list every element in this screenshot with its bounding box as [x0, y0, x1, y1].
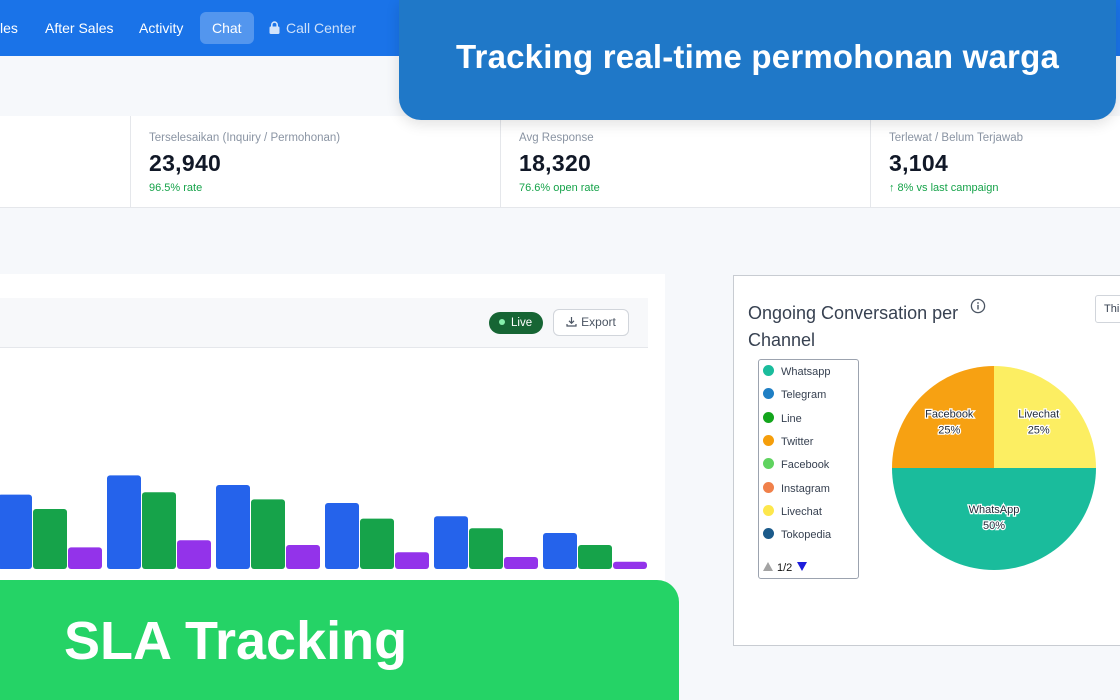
bar-0-1[interactable]	[107, 475, 141, 569]
legend-label: Telegram	[781, 389, 827, 402]
stat-label: Terlewat / Belum Terjawab	[889, 132, 1024, 144]
bottom-banner: SLA Tracking	[0, 580, 679, 700]
pager-up-icon[interactable]	[763, 562, 773, 571]
stat-sub: 96.5% rate	[149, 182, 203, 194]
stat-value: 23,940	[149, 150, 222, 176]
activity-chart-panel: Live Export	[0, 274, 665, 594]
bar-2-0[interactable]	[68, 547, 102, 569]
bar-2-4[interactable]	[504, 557, 538, 569]
bar-1-5[interactable]	[578, 545, 612, 569]
bar-2-1[interactable]	[177, 540, 211, 569]
pie-percent-label: 25%	[1028, 424, 1050, 436]
nav-item-chat[interactable]: Chat	[200, 12, 254, 44]
stat-sub: 76.6% open rate	[519, 182, 600, 194]
pager-label: 1/2	[777, 562, 793, 574]
pie-percent-label: 25%	[938, 424, 960, 436]
legend-label: Facebook	[781, 459, 830, 472]
stat-label: Terselesaikan (Inquiry / Permohonan)	[149, 132, 341, 144]
stat-value: 18,320	[519, 150, 592, 176]
bar-1-1[interactable]	[142, 492, 176, 569]
bottom-banner-text: SLA Tracking	[64, 611, 408, 671]
legend-item[interactable]: Tokopedia	[763, 526, 831, 544]
bar-0-0[interactable]	[0, 494, 32, 569]
legend-dot-icon	[763, 411, 774, 423]
legend-label: Whatsapp	[781, 366, 831, 378]
channel-legend: Whatsapp Telegram Line Twitter Facebook Insta…	[758, 359, 859, 579]
bar-0-3[interactable]	[325, 503, 359, 569]
legend-label: Tokopedia	[781, 529, 832, 542]
bar-1-0[interactable]	[33, 509, 67, 569]
legend-dot-icon	[763, 388, 774, 400]
legend-dot-icon	[763, 528, 774, 540]
legend-item[interactable]: Facebook	[763, 456, 829, 474]
legend-item[interactable]: Line	[763, 410, 802, 428]
pie-slice-whatsapp[interactable]	[892, 468, 1096, 570]
pie-label: WhatsApp	[969, 504, 1020, 516]
bar-0-5[interactable]	[543, 533, 577, 569]
bar-2-5[interactable]	[613, 561, 647, 569]
legend-item[interactable]: Twitter	[763, 433, 813, 451]
stat-card-missed: Terlewat / Belum Terjawab 3,104 ↑ 8% vs …	[870, 116, 1120, 208]
bar-2-2[interactable]	[286, 545, 320, 569]
nav-item-call-center[interactable]: Call Center	[257, 12, 368, 44]
legend-item[interactable]: Livechat	[763, 503, 822, 521]
top-banner: Tracking real-time permohonan warga	[399, 0, 1116, 120]
legend-item[interactable]: Whatsapp	[763, 363, 831, 381]
pie-label: Livechat	[1018, 408, 1059, 420]
legend-label: Livechat	[781, 505, 822, 518]
stats-strip: Terselesaikan (Inquiry / Permohonan) 23,…	[0, 116, 1120, 208]
legend-dot-icon	[763, 481, 774, 493]
legend-pager: 1/2	[761, 559, 857, 577]
legend-dot-icon	[763, 434, 774, 446]
bar-1-2[interactable]	[251, 499, 285, 569]
bar-0-4[interactable]	[434, 516, 468, 569]
stat-sub: ↑ 8% vs last campaign	[889, 182, 999, 194]
pie-chart: WhatsApp 50% Facebook 25% Livechat 25%	[892, 366, 1096, 570]
bar-chart	[0, 475, 647, 569]
bar-0-2[interactable]	[216, 485, 250, 569]
nav-item-call-center-label: Call Center	[286, 20, 357, 36]
nav-item-activity[interactable]: Activity	[127, 12, 195, 44]
info-icon[interactable]	[970, 298, 986, 314]
legend-dot-icon	[763, 365, 774, 376]
nav-item-sales[interactable]: les	[0, 12, 30, 44]
legend-item[interactable]: Telegram	[763, 386, 826, 404]
lock-icon	[269, 21, 280, 34]
pie-title: Ongoing Conversation per Channel	[748, 303, 959, 350]
legend-label: Line	[781, 412, 802, 425]
bar-2-3[interactable]	[395, 552, 429, 569]
nav-item-after-sales[interactable]: After Sales	[33, 12, 125, 44]
period-dropdown[interactable]: Thi	[1095, 295, 1120, 323]
stat-value: 3,104	[889, 150, 949, 176]
legend-dot-icon	[763, 504, 774, 516]
pie-label: Facebook	[925, 408, 974, 420]
stat-label: Avg Response	[519, 132, 594, 144]
pie-percent-label: 50%	[983, 520, 1005, 532]
bar-1-4[interactable]	[469, 528, 503, 569]
stat-card-avg-response: Avg Response 18,320 76.6% open rate	[500, 116, 870, 208]
channel-pie-panel: Ongoing Conversation per Channel Thi Wha…	[733, 275, 1120, 646]
legend-dot-icon	[763, 458, 774, 470]
top-banner-text: Tracking real-time permohonan warga	[456, 38, 1059, 75]
stat-card-resolved: Terselesaikan (Inquiry / Permohonan) 23,…	[130, 116, 500, 208]
legend-label: Twitter	[781, 435, 814, 448]
legend-item[interactable]: Instagram	[763, 480, 830, 498]
bar-1-3[interactable]	[360, 518, 394, 569]
pager-down-icon[interactable]	[797, 562, 808, 571]
legend-label: Instagram	[781, 482, 830, 495]
